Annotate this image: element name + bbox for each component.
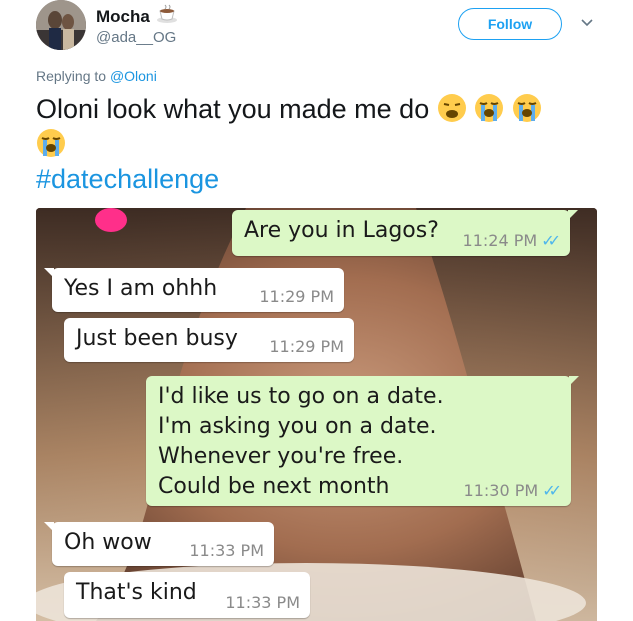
user-handle[interactable]: @ada__OG — [96, 29, 176, 46]
message-time: 11:29 PM — [269, 337, 344, 356]
chat-bubble-incoming[interactable]: Oh wow 11:33 PM — [44, 522, 274, 566]
display-name[interactable]: Mocha — [96, 7, 150, 27]
message-meta: 11:29 PM — [259, 287, 334, 306]
name-row: Mocha — [96, 4, 178, 29]
coffee-cup-icon — [156, 4, 178, 29]
tweet-text-body: Oloni look what you made me do — [36, 94, 430, 124]
reply-mention-link[interactable]: @Oloni — [110, 68, 157, 84]
crying-face-icon — [512, 94, 541, 122]
hashtag-link[interactable]: #datechallenge — [36, 162, 596, 197]
chat-bubble-incoming[interactable]: Just been busy 11:29 PM — [64, 318, 354, 362]
chevron-down-icon[interactable] — [580, 16, 594, 30]
bubble-tail — [44, 522, 54, 532]
crying-face-icon — [475, 94, 504, 122]
crying-face-icon — [37, 129, 65, 157]
chat-bubble-outgoing[interactable]: Are you in Lagos? 11:24 PM ✓✓ — [232, 210, 578, 256]
message-time: 11:33 PM — [225, 593, 300, 612]
read-receipt-icon: ✓✓ — [542, 481, 562, 500]
avatar-photo — [36, 0, 86, 50]
message-meta: 11:33 PM — [225, 593, 300, 612]
message-meta: 11:29 PM — [269, 337, 344, 356]
message-time: 11:33 PM — [189, 541, 264, 560]
message-meta: 11:24 PM ✓✓ — [462, 231, 561, 250]
replying-to-label: Replying to — [36, 68, 107, 84]
chat-bubble-outgoing[interactable]: I'd like us to go on a date. I'm asking … — [146, 376, 579, 506]
message-time: 11:29 PM — [259, 287, 334, 306]
message-time: 11:24 PM — [462, 231, 538, 250]
avatar[interactable] — [36, 0, 86, 50]
bubble-tail — [44, 268, 54, 278]
chat-bubble-incoming[interactable]: That's kind 11:33 PM — [64, 572, 310, 618]
weary-face-icon — [437, 94, 466, 122]
tweet-card: Mocha @ada__OG Follow Replying to @Oloni… — [0, 0, 633, 621]
message-meta: 11:30 PM ✓✓ — [463, 481, 562, 500]
chat-bubble-incoming[interactable]: Yes I am ohhh 11:29 PM — [44, 268, 344, 312]
read-receipt-icon: ✓✓ — [541, 231, 561, 250]
tweet-media-image[interactable]: Are you in Lagos? 11:24 PM ✓✓ Yes I am o… — [36, 208, 597, 621]
message-time: 11:30 PM — [463, 481, 539, 500]
bubble-tail — [569, 376, 579, 386]
message-meta: 11:33 PM — [189, 541, 264, 560]
replying-to: Replying to @Oloni — [36, 68, 157, 84]
follow-button[interactable]: Follow — [458, 8, 562, 40]
tweet-text: Oloni look what you made me do #datechal… — [36, 92, 596, 197]
bubble-tail — [568, 210, 578, 220]
